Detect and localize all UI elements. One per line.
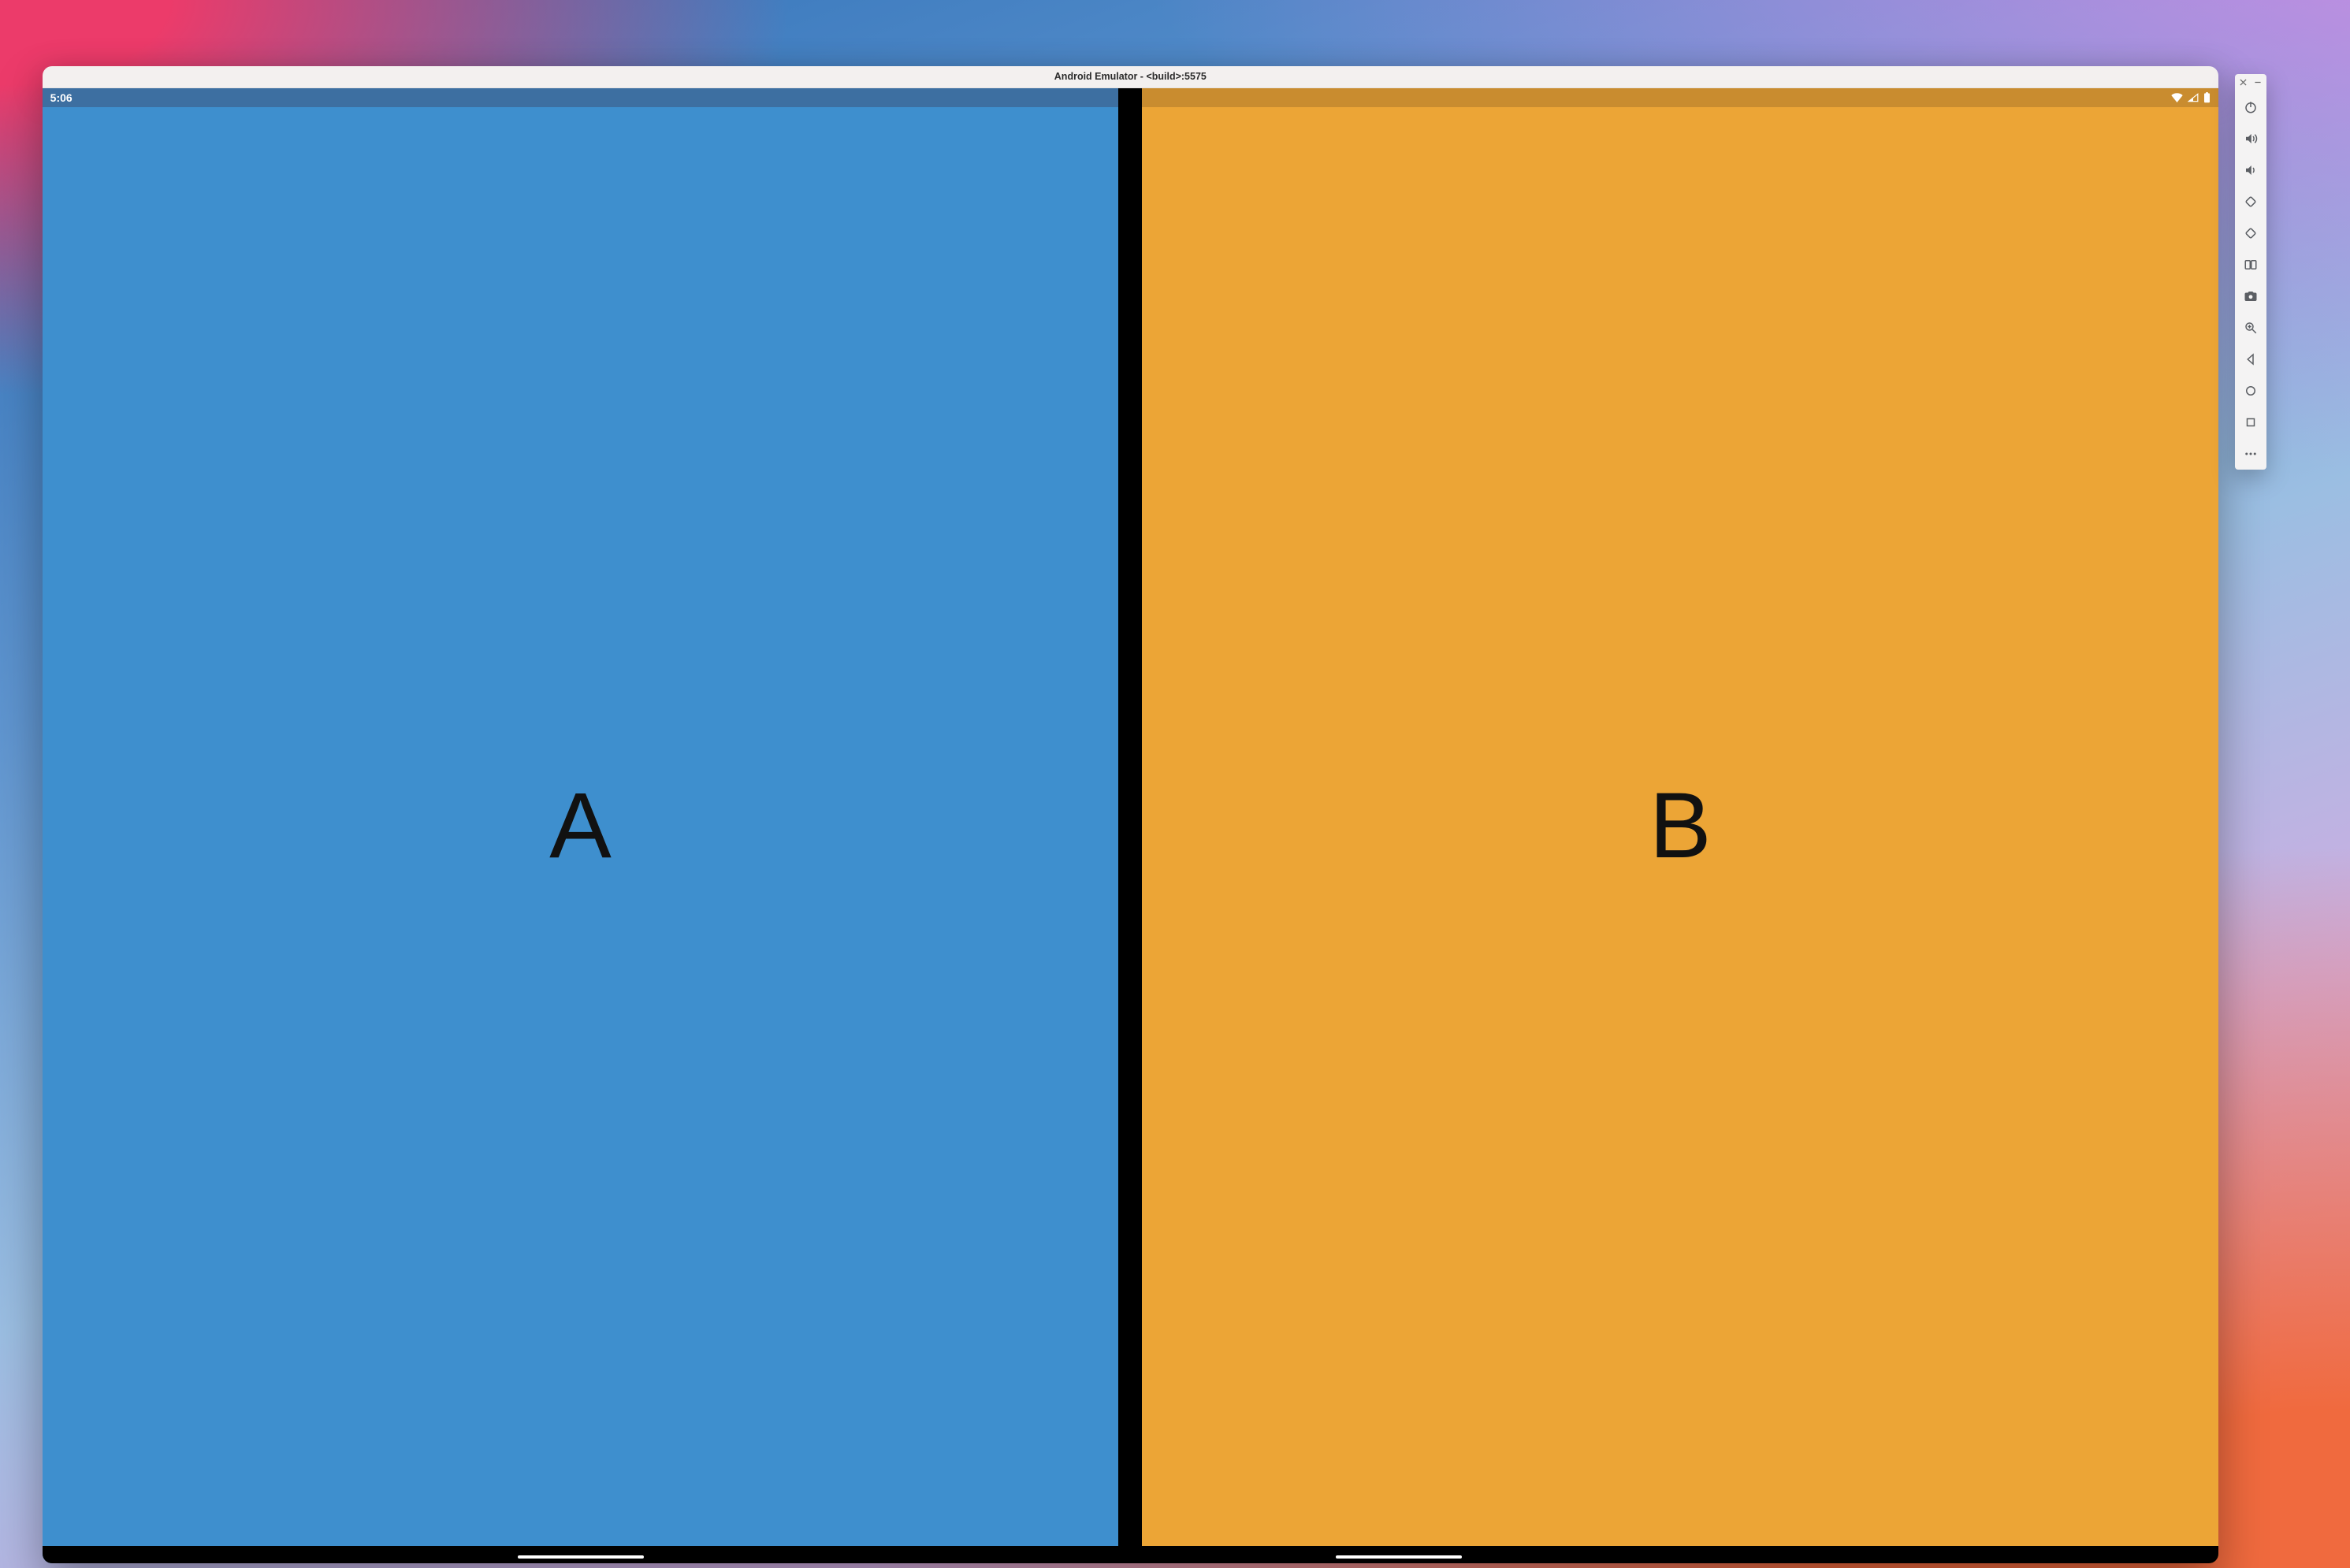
overview-button[interactable] [2235,407,2266,438]
rotate-left-icon [2244,195,2258,209]
toolbar-header [2235,74,2266,91]
gesture-bar-left[interactable] [518,1555,644,1559]
power-button[interactable] [2235,91,2266,123]
fold-device-icon [2244,258,2258,272]
volume-down-button[interactable] [2235,154,2266,186]
status-bar-right[interactable] [1142,88,2218,107]
window-title: Android Emulator - <build>:5575 [1054,71,1207,82]
split-screen: A B [43,88,2218,1563]
window-titlebar[interactable]: Android Emulator - <build>:5575 [43,66,2218,88]
split-divider[interactable] [1118,88,1142,1563]
gesture-bar-right[interactable] [1336,1555,1462,1559]
volume-down-icon [2244,163,2258,177]
pane-b-label: B [1649,779,1712,872]
pane-a[interactable]: A [43,88,1119,1563]
status-icons [2171,92,2211,103]
overview-icon [2244,415,2258,429]
status-bar-left[interactable]: 5:06 [43,88,1119,107]
emulator-window: Android Emulator - <build>:5575 A B 5:06 [43,66,2218,1563]
cell-signal-icon [2188,93,2199,102]
minimize-icon[interactable] [2252,77,2263,88]
emulator-toolbar [2235,74,2266,470]
emulator-screen: A B 5:06 [43,88,2218,1563]
back-button[interactable] [2235,344,2266,375]
camera-icon [2244,289,2258,303]
pane-a-label: A [549,779,612,872]
home-button[interactable] [2235,375,2266,407]
more-button[interactable] [2235,438,2266,470]
power-icon [2244,100,2258,114]
wifi-icon [2171,93,2183,102]
battery-icon [2203,92,2211,103]
nav-bar-left[interactable] [43,1546,1119,1563]
screenshot-button[interactable] [2235,281,2266,312]
volume-up-button[interactable] [2235,123,2266,154]
fold-button[interactable] [2235,249,2266,281]
volume-up-icon [2244,132,2258,146]
back-icon [2244,352,2258,366]
zoom-icon [2244,321,2258,335]
status-time: 5:06 [50,91,73,104]
more-icon [2244,447,2258,461]
home-icon [2244,384,2258,398]
rotate-right-button[interactable] [2235,217,2266,249]
nav-bar-right[interactable] [1142,1546,2218,1563]
rotate-left-button[interactable] [2235,186,2266,217]
pane-b[interactable]: B [1142,88,2218,1563]
zoom-button[interactable] [2235,312,2266,344]
close-icon[interactable] [2238,77,2249,88]
rotate-right-icon [2244,226,2258,240]
